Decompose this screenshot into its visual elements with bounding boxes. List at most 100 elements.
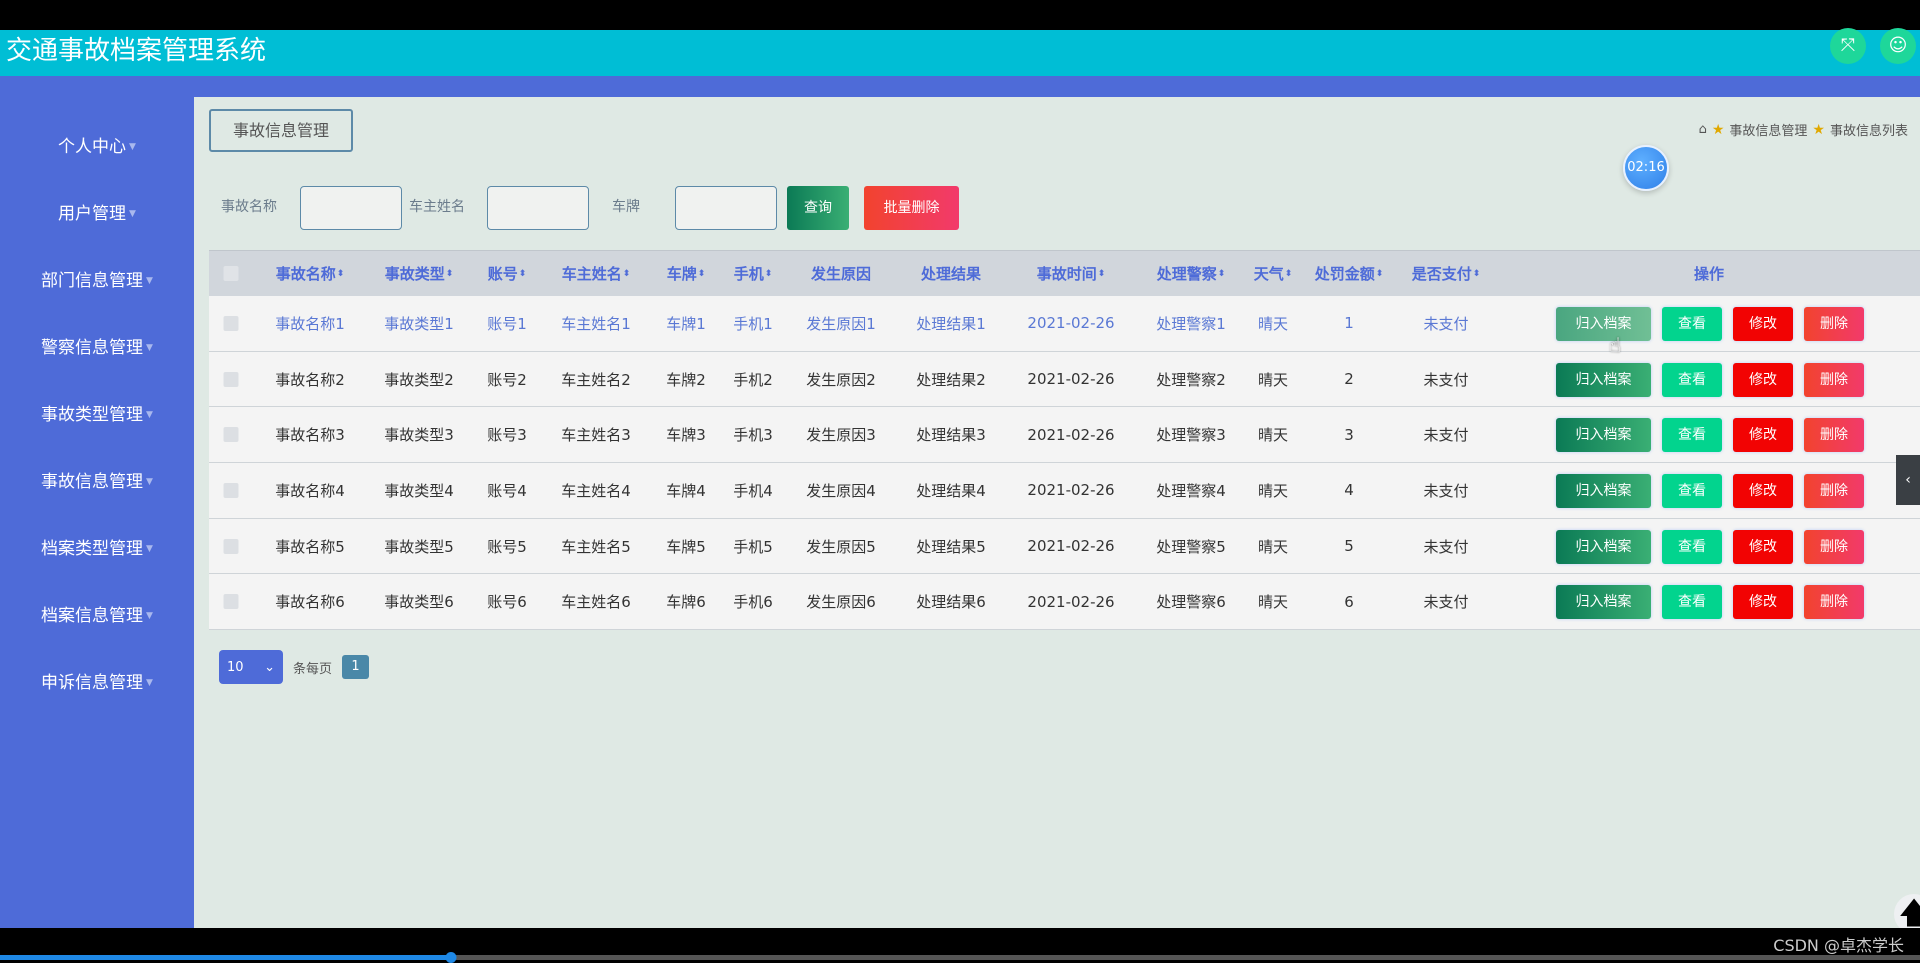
- edit-button[interactable]: 修改: [1733, 418, 1793, 453]
- column-header[interactable]: 车主姓名 ⬍: [562, 251, 631, 296]
- table-cell: 账号6: [487, 593, 527, 612]
- sort-icon[interactable]: ⬍: [337, 269, 345, 279]
- view-button[interactable]: 查看: [1662, 418, 1722, 453]
- sort-icon[interactable]: ⬍: [1285, 269, 1293, 279]
- archive-button[interactable]: 归入档案: [1556, 585, 1651, 620]
- column-header-label: 处理警察: [1156, 265, 1217, 283]
- sidebar-item[interactable]: 事故信息管理 ▼: [0, 462, 194, 502]
- row-checkbox[interactable]: [223, 427, 239, 443]
- column-header[interactable]: 天气 ⬍: [1254, 251, 1293, 296]
- view-button[interactable]: 查看: [1662, 529, 1722, 564]
- column-header[interactable]: 发生原因: [811, 251, 871, 296]
- archive-button[interactable]: 归入档案: [1556, 307, 1651, 341]
- view-button[interactable]: 查看: [1662, 474, 1722, 509]
- sidebar-item[interactable]: 档案类型管理 ▼: [0, 529, 194, 569]
- column-header-label: 处罚金额: [1314, 265, 1375, 283]
- video-progress-knob[interactable]: [445, 952, 457, 963]
- delete-button[interactable]: 删除: [1804, 585, 1864, 620]
- page-size-select[interactable]: 10 ⌄: [219, 650, 283, 684]
- row-checkbox[interactable]: [223, 482, 239, 498]
- video-progress-bar[interactable]: [0, 952, 1920, 963]
- sort-icon[interactable]: ⬍: [765, 269, 773, 279]
- table-cell: 晴天: [1257, 481, 1289, 500]
- column-header[interactable]: 事故类型 ⬍: [385, 251, 454, 296]
- delete-button[interactable]: 删除: [1804, 362, 1864, 397]
- delete-button[interactable]: 删除: [1804, 307, 1864, 341]
- column-header[interactable]: 账号 ⬍: [488, 251, 527, 296]
- edit-button[interactable]: 修改: [1733, 362, 1793, 397]
- table-cell: 事故名称1: [275, 314, 345, 333]
- page-size-value: 10: [227, 659, 244, 675]
- edit-button[interactable]: 修改: [1733, 529, 1793, 564]
- table-cell: 事故类型6: [384, 593, 454, 612]
- sidebar-item[interactable]: 用户管理 ▼: [0, 194, 194, 234]
- column-header[interactable]: 处理警察 ⬍: [1157, 251, 1226, 296]
- delete-button[interactable]: 删除: [1804, 529, 1864, 564]
- archive-button[interactable]: 归入档案: [1556, 529, 1651, 564]
- view-button[interactable]: 查看: [1662, 362, 1722, 397]
- edit-button[interactable]: 修改: [1733, 307, 1793, 341]
- table-cell: 车主姓名3: [561, 426, 631, 445]
- table-cell: 处理结果5: [916, 537, 986, 556]
- column-header[interactable]: 事故时间 ⬍: [1037, 251, 1106, 296]
- caret-down-icon: ▼: [129, 142, 136, 152]
- row-checkbox[interactable]: [223, 371, 239, 387]
- sidebar-item[interactable]: 事故类型管理 ▼: [0, 395, 194, 435]
- breadcrumb-item[interactable]: 事故信息管理: [1729, 120, 1807, 139]
- sort-icon[interactable]: ⬍: [623, 269, 631, 279]
- column-header[interactable]: 是否支付 ⬍: [1412, 251, 1481, 296]
- sidebar-item[interactable]: 申诉信息管理 ▼: [0, 663, 194, 703]
- fullscreen-icon[interactable]: ⤧: [1830, 28, 1866, 64]
- chevron-left-icon[interactable]: ‹: [1896, 455, 1920, 505]
- sort-icon[interactable]: ⬍: [519, 269, 527, 279]
- page-button-current[interactable]: 1: [342, 655, 370, 679]
- edit-button[interactable]: 修改: [1733, 585, 1793, 620]
- sidebar-item[interactable]: 个人中心 ▼: [0, 127, 194, 167]
- view-button[interactable]: 查看: [1662, 585, 1722, 620]
- archive-button[interactable]: 归入档案: [1556, 362, 1651, 397]
- archive-button[interactable]: 归入档案: [1556, 418, 1651, 453]
- table-cell: 手机4: [733, 481, 773, 500]
- column-header[interactable]: 处理结果: [921, 251, 981, 296]
- sort-icon[interactable]: ⬍: [1218, 269, 1226, 279]
- delete-button[interactable]: 删除: [1804, 418, 1864, 453]
- sort-icon[interactable]: ⬍: [1376, 269, 1384, 279]
- column-header[interactable]: 手机 ⬍: [734, 251, 773, 296]
- user-icon[interactable]: ☺: [1880, 28, 1916, 64]
- column-header[interactable]: 处罚金额 ⬍: [1315, 251, 1384, 296]
- sort-icon[interactable]: ⬍: [1473, 269, 1481, 279]
- sort-icon[interactable]: ⬍: [698, 269, 706, 279]
- column-header[interactable]: 事故名称 ⬍: [276, 251, 345, 296]
- edit-button[interactable]: 修改: [1733, 474, 1793, 509]
- column-header-label: 处理结果: [920, 265, 982, 283]
- accident-name-input[interactable]: [300, 186, 402, 230]
- table-cell: 发生原因2: [806, 370, 876, 389]
- row-checkbox[interactable]: [223, 538, 239, 554]
- row-checkbox[interactable]: [223, 315, 239, 331]
- sidebar-item[interactable]: 警察信息管理 ▼: [0, 328, 194, 368]
- owner-name-input[interactable]: [487, 186, 589, 230]
- sidebar-item[interactable]: 部门信息管理 ▼: [0, 261, 194, 301]
- archive-button[interactable]: 归入档案: [1556, 474, 1651, 509]
- table-cell: 未支付: [1423, 593, 1469, 612]
- delete-button[interactable]: 删除: [1804, 474, 1864, 509]
- table-row: 事故名称2 事故类型2 账号2 车主姓名2 车牌2 手机2 发生原因2 处理结果2 2021-0…: [209, 351, 1920, 408]
- plate-input[interactable]: [675, 186, 777, 230]
- sidebar-item[interactable]: 档案信息管理 ▼: [0, 596, 194, 636]
- table-cell: 车主姓名4: [561, 481, 631, 500]
- column-header[interactable]: 车牌 ⬍: [667, 251, 706, 296]
- per-page-label: 条每页: [293, 661, 333, 677]
- table-cell: 2021-02-26: [1027, 314, 1115, 333]
- caret-down-icon: ▼: [146, 276, 153, 286]
- sort-icon[interactable]: ⬍: [1098, 269, 1106, 279]
- breadcrumb-item: 事故信息列表: [1829, 124, 1908, 139]
- table-cell: 处理结果3: [916, 426, 986, 445]
- batch-delete-button[interactable]: 批量删除: [864, 186, 959, 230]
- query-button[interactable]: 查询: [787, 186, 849, 230]
- sort-icon[interactable]: ⬍: [446, 269, 454, 279]
- home-icon[interactable]: ⌂: [1699, 122, 1707, 137]
- select-all-checkbox[interactable]: [223, 266, 239, 281]
- table-cell: 1: [1344, 314, 1354, 333]
- row-checkbox[interactable]: [223, 594, 239, 610]
- view-button[interactable]: 查看: [1662, 307, 1722, 341]
